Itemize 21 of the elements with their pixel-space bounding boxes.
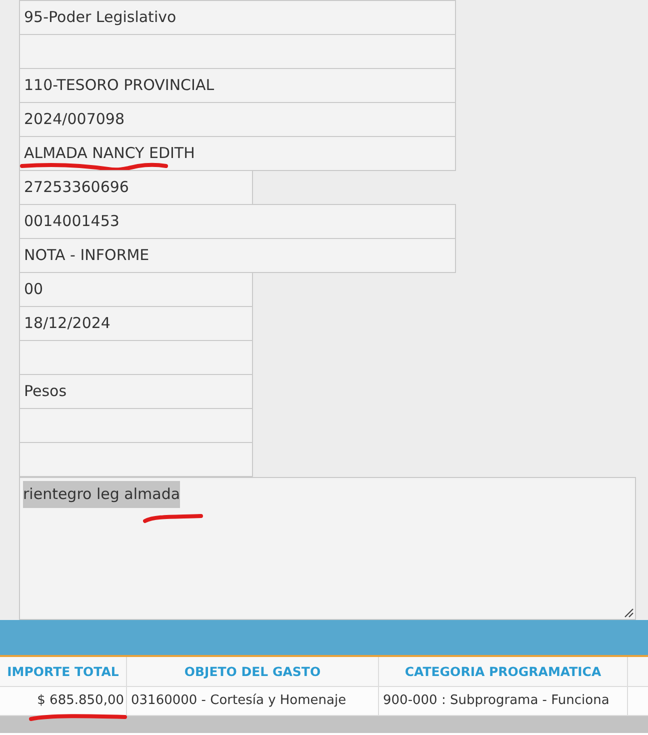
text-field[interactable] (19, 442, 253, 477)
text-field[interactable]: 18/12/2024 (19, 306, 253, 341)
text-field[interactable]: 2024/007098 (19, 102, 456, 137)
text-field[interactable]: 110-TESORO PROVINCIAL (19, 68, 456, 103)
text-field[interactable]: Pesos (19, 374, 253, 409)
text-field[interactable] (19, 340, 253, 375)
text-field[interactable]: ALMADA NANCY EDITH (19, 136, 456, 171)
table-cell: 900-000 : Subprograma - Funciona (379, 687, 628, 715)
text-field[interactable] (19, 408, 253, 443)
table-cell: $ 685.850,00 (0, 687, 127, 715)
resize-grip-icon[interactable] (624, 608, 634, 618)
text-field[interactable]: NOTA - INFORME (19, 238, 456, 273)
selected-text: rientegro leg almada (23, 481, 180, 508)
notes-field[interactable]: rientegro leg almada (19, 477, 636, 620)
table-cell: 03160000 - Cortesía y Homenaje (127, 687, 379, 715)
text-field[interactable]: 0014001453 (19, 204, 456, 239)
text-field[interactable]: 00 (19, 272, 253, 307)
text-field[interactable] (19, 34, 456, 69)
text-field[interactable]: 27253360696 (19, 170, 253, 205)
horizontal-scrollbar[interactable] (0, 716, 648, 733)
text-field[interactable]: 95-Poder Legislativo (19, 0, 456, 35)
